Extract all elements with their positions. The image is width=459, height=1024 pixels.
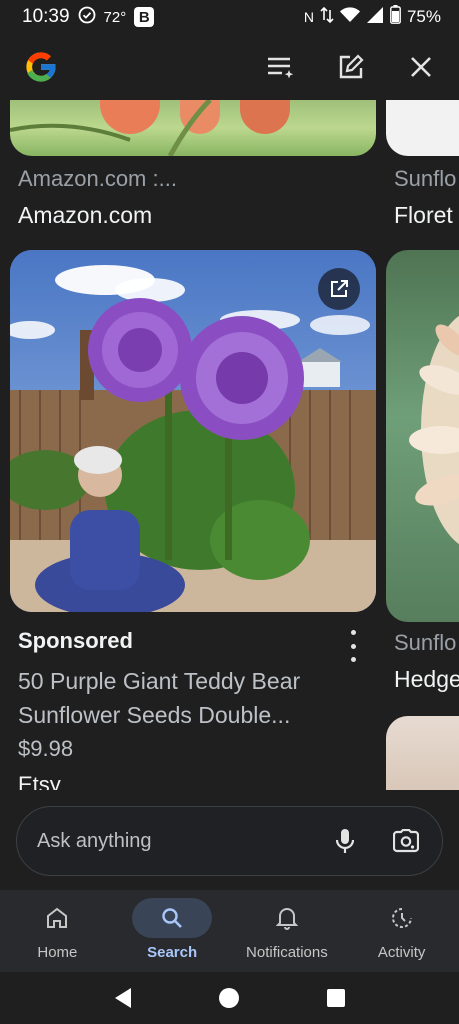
nav-home[interactable]: Home [0, 890, 115, 972]
nav-notifications-label: Notifications [246, 944, 328, 961]
activity-icon [362, 898, 442, 938]
result-right-source-domain[interactable]: Sunflo [394, 166, 456, 192]
status-bar: 10:39 72° B N 75% [0, 0, 459, 34]
microphone-icon[interactable] [330, 826, 360, 856]
data-arrows-icon [320, 6, 334, 29]
result-right-source-name[interactable]: Floret [394, 202, 453, 229]
dot [350, 657, 356, 662]
bottom-navigation: Home Search Notifications Activity [0, 890, 459, 972]
product-title[interactable]: 50 Purple Giant Teddy Bear Sunflower See… [18, 664, 368, 732]
signal-icon [366, 6, 384, 29]
search-input[interactable]: Ask anything [16, 806, 443, 876]
system-navigation [0, 972, 459, 1024]
top-bar [0, 34, 459, 100]
result-right2-source-name[interactable]: Hedge [394, 666, 459, 693]
nfc-icon: N [303, 9, 314, 25]
status-temp: 72° [103, 8, 127, 26]
filter-sparkle-icon[interactable] [265, 51, 297, 83]
dot [350, 643, 356, 649]
bell-icon [247, 898, 327, 938]
check-circle-icon [78, 6, 96, 29]
search-area: Ask anything [0, 790, 459, 890]
b-badge-icon: B [134, 7, 155, 27]
recents-icon[interactable] [323, 985, 349, 1011]
edit-icon[interactable] [335, 51, 367, 83]
sponsored-label: Sponsored [18, 628, 133, 653]
home-circle-icon[interactable] [216, 985, 242, 1011]
google-logo-icon[interactable] [22, 48, 60, 86]
result-source-name[interactable]: Amazon.com [18, 202, 152, 229]
nav-activity-label: Activity [377, 944, 426, 961]
close-icon[interactable] [405, 51, 437, 83]
open-external-icon [331, 280, 348, 297]
home-icon [17, 898, 97, 938]
result-image-amazon[interactable] [10, 100, 376, 156]
result-image-right-top[interactable] [386, 100, 459, 156]
nav-notifications[interactable]: Notifications [230, 890, 345, 972]
wifi-icon [339, 6, 360, 28]
nav-home-label: Home [37, 944, 78, 961]
result-source-domain[interactable]: Amazon.com :... [18, 166, 177, 192]
results-feed[interactable]: Amazon.com :... Amazon.com Sunflo Floret [0, 100, 459, 790]
sponsored-product-image[interactable] [10, 250, 376, 612]
battery-icon [390, 5, 401, 29]
nav-search[interactable]: Search [115, 890, 230, 972]
search-icon [132, 898, 213, 938]
product-price: $9.98 [18, 736, 74, 761]
battery-percent: 75% [406, 7, 441, 26]
nav-search-label: Search [147, 944, 198, 961]
product-seller[interactable]: Etsy [18, 772, 61, 790]
open-external-button[interactable] [318, 268, 360, 310]
google-lens-icon[interactable] [390, 825, 422, 857]
more-options-button[interactable] [342, 630, 364, 662]
status-time: 10:39 [22, 6, 70, 27]
back-icon[interactable] [110, 985, 136, 1011]
nav-activity[interactable]: Activity [344, 890, 459, 972]
result-right2-source-domain[interactable]: Sunflo [394, 630, 456, 656]
search-placeholder: Ask anything [37, 829, 152, 852]
dot [350, 630, 356, 635]
result-image-right-bottom[interactable] [386, 716, 459, 790]
result-image-right-middle[interactable] [386, 250, 459, 622]
